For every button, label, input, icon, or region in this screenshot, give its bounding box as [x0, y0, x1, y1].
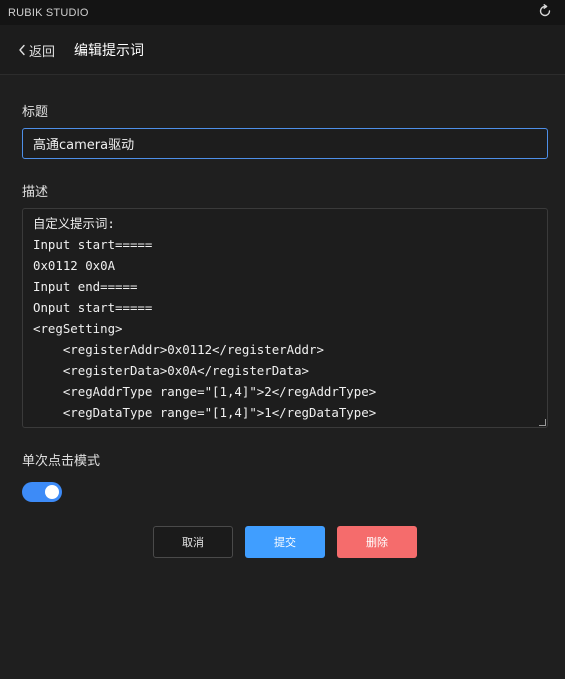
page-title: 编辑提示词 [74, 43, 144, 59]
app-name: RUBIK STUDIO [8, 6, 89, 19]
description-text: 自定义提示词: Input start===== 0x0112 0x0A Inp… [33, 216, 377, 420]
toggle-knob [45, 485, 59, 499]
chevron-left-icon [18, 41, 26, 60]
title-bar: RUBIK STUDIO [0, 0, 565, 25]
refresh-icon[interactable] [537, 3, 553, 19]
single-click-mode-toggle[interactable] [22, 482, 62, 502]
description-textarea[interactable]: 自定义提示词: Input start===== 0x0112 0x0A Inp… [22, 208, 548, 428]
page-header: 返回 编辑提示词 [0, 25, 565, 75]
description-label: 描述 [22, 185, 49, 200]
title-input[interactable]: 高通camera驱动 [22, 128, 548, 159]
resize-handle[interactable] [539, 419, 546, 426]
single-click-mode-label: 单次点击模式 [22, 454, 101, 469]
back-label: 返回 [29, 44, 56, 60]
submit-button[interactable]: 提交 [245, 526, 325, 558]
delete-button[interactable]: 删除 [337, 526, 417, 558]
title-label: 标题 [22, 105, 49, 120]
back-button[interactable]: 返回 [18, 41, 56, 60]
title-input-value: 高通camera驱动 [33, 138, 135, 153]
cancel-button[interactable]: 取消 [153, 526, 233, 558]
